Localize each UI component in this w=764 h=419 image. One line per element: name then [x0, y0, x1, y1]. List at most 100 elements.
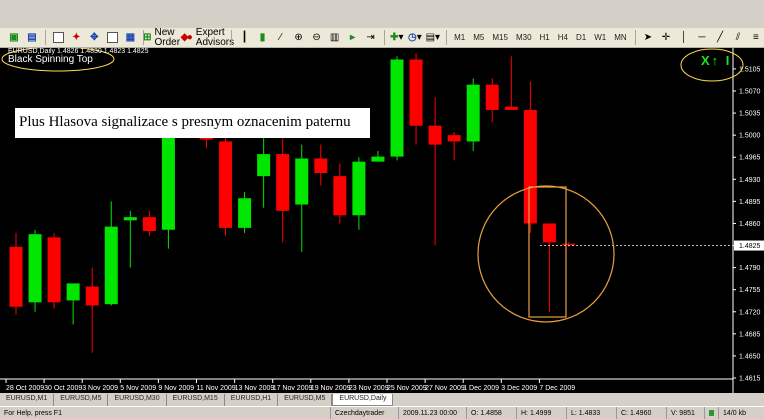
candle-body [28, 234, 42, 303]
candle-body [409, 59, 423, 126]
y-tick-label: 1.5000 [739, 133, 761, 140]
status-profile: Czechdaytrader [330, 407, 398, 419]
candle-body [333, 176, 347, 216]
new-order-button[interactable]: ⊞ New Order [143, 27, 180, 47]
y-tick-label: 1.4895 [739, 199, 761, 206]
candle-body [295, 158, 309, 205]
status-high: H: 1.4999 [516, 407, 566, 419]
candle-body [542, 223, 556, 243]
y-tick-label: 1.4650 [739, 353, 761, 360]
candle-body [219, 141, 233, 228]
status-datetime: 2009.11.23 00:00 [398, 407, 466, 419]
signal-marker: X↑ I [701, 53, 732, 68]
x-tick-label: 19 Nov 2009 [311, 385, 351, 392]
tab-4[interactable]: EURUSD,H1 [225, 394, 279, 406]
indicator-name: Black Spinning Top [8, 54, 93, 65]
timeframe-mn[interactable]: MN [611, 33, 629, 42]
candle-body [257, 154, 271, 177]
x-tick-label: 1 Dec 2009 [463, 385, 499, 392]
tile-windows-icon[interactable]: ▥ [327, 29, 343, 46]
zoom-in-icon[interactable]: ⊕ [291, 29, 307, 46]
y-tick-label: 1.4720 [739, 309, 761, 316]
chart-canvas: 1.51051.50701.50351.50001.49651.49301.48… [0, 48, 764, 393]
periodicity-icon[interactable]: ◷ ▾ [407, 29, 423, 46]
data-window-icon[interactable]: ✦ [68, 29, 84, 46]
tab-3[interactable]: EURUSD,M15 [167, 394, 225, 406]
status-traffic: 14/0 kb [718, 407, 764, 419]
chart-shift-icon[interactable]: ⇥ [363, 29, 379, 46]
profiles-icon[interactable]: ▤ [24, 29, 40, 46]
x-tick-label: 23 Nov 2009 [349, 385, 389, 392]
y-tick-label: 1.5070 [739, 89, 761, 96]
horizontal-line-icon[interactable]: ─ [694, 29, 710, 46]
candle-body [485, 84, 499, 110]
timeframe-m5[interactable]: M5 [470, 33, 487, 42]
candle-body [104, 226, 118, 305]
current-price-label: 1.4825 [739, 243, 761, 250]
x-tick-label: 3 Dec 2009 [501, 385, 537, 392]
tab-1[interactable]: EURUSD,M5 [54, 394, 109, 406]
candle-body [428, 125, 442, 145]
candle-body [504, 106, 518, 110]
timeframe-m15[interactable]: M15 [489, 33, 511, 42]
candle-body [466, 84, 480, 142]
timeframe-h4[interactable]: H4 [555, 33, 571, 42]
pattern-circle [477, 185, 615, 323]
vertical-line-icon[interactable]: │ [676, 29, 692, 46]
fibonacci-icon[interactable]: ≡ [748, 29, 764, 46]
y-tick-label: 1.4685 [739, 331, 761, 338]
expert-advisors-label: Expert Advisors [195, 26, 235, 48]
tab-6[interactable]: EURUSD,Daily [332, 394, 394, 406]
x-tick-label: 3 Nov 2009 [82, 385, 118, 392]
candle-body [371, 156, 385, 162]
line-chart-icon[interactable]: ∕ [273, 29, 289, 46]
tab-0[interactable]: EURUSD,M1 [0, 394, 55, 406]
price-chart[interactable]: 1.5105 1.5070 1.5035 1.5000 1.4965 1.4930 1.48… [0, 48, 764, 393]
navigator-icon[interactable]: ✥ [86, 29, 102, 46]
y-tick-label: 1.4615 [739, 376, 761, 383]
indicators-icon[interactable]: ✚ ▾ [389, 29, 405, 46]
trendline-icon[interactable]: ╱ [712, 29, 728, 46]
autoscroll-icon[interactable]: ▸ [345, 29, 361, 46]
x-tick-label: 9 Nov 2009 [158, 385, 194, 392]
candle-body [66, 283, 80, 301]
strategy-tester-icon[interactable]: ▦ [122, 29, 138, 46]
candlesticks-icon[interactable]: ▮ [255, 29, 271, 46]
y-tick-label: 1.4860 [739, 221, 761, 228]
x-tick-label: 25 Nov 2009 [387, 385, 427, 392]
y-tick-label: 1.4965 [739, 155, 761, 162]
x-tick-label: 13 Nov 2009 [235, 385, 275, 392]
expert-advisors-button[interactable]: ● Expert Advisors [187, 27, 234, 47]
connection-icon [704, 407, 718, 419]
tab-2[interactable]: EURUSD,M30 [108, 394, 167, 406]
y-tick-label: 1.4930 [739, 177, 761, 184]
timeframe-w1[interactable]: W1 [591, 33, 609, 42]
timeframe-m1[interactable]: M1 [451, 33, 468, 42]
timeframe-h1[interactable]: H1 [537, 33, 553, 42]
candle-body [123, 217, 137, 221]
y-tick-label: 1.4790 [739, 265, 761, 272]
candle-body [447, 135, 461, 142]
candle-body [523, 109, 537, 224]
metatrader-window: ▣ ▤ ✦ ✥ ▦ ⊞ New Order ◆ ● Expert Advisors … [0, 0, 764, 419]
bar-chart-icon[interactable]: ┃ [237, 29, 253, 46]
new-chart-icon[interactable]: ▣ [6, 29, 22, 46]
cursor-icon[interactable]: ➤ [640, 29, 656, 46]
timeframe-m30[interactable]: M30 [513, 33, 535, 42]
x-tick-label: 27 Nov 2009 [425, 385, 465, 392]
crosshair-icon[interactable]: ✛ [658, 29, 674, 46]
templates-icon[interactable]: ▤▾ [425, 29, 441, 46]
terminal-icon[interactable] [104, 29, 120, 46]
channel-icon[interactable]: ⫽ [730, 29, 746, 46]
status-close: C: 1.4960 [616, 407, 666, 419]
x-tick-label: 7 Dec 2009 [539, 385, 575, 392]
timeframe-d1[interactable]: D1 [573, 33, 589, 42]
x-tick-label: 30 Oct 2009 [44, 385, 82, 392]
market-watch-icon[interactable] [50, 29, 66, 46]
toolbar: ▣ ▤ ✦ ✥ ▦ ⊞ New Order ◆ ● Expert Advisors … [0, 27, 764, 48]
annotation-box: Plus Hlasova signalizace s presnym oznac… [15, 108, 370, 138]
zoom-out-icon[interactable]: ⊖ [309, 29, 325, 46]
candle-body [85, 286, 99, 306]
tab-5[interactable]: EURUSD,M5 [278, 394, 333, 406]
status-low: L: 1.4833 [566, 407, 616, 419]
